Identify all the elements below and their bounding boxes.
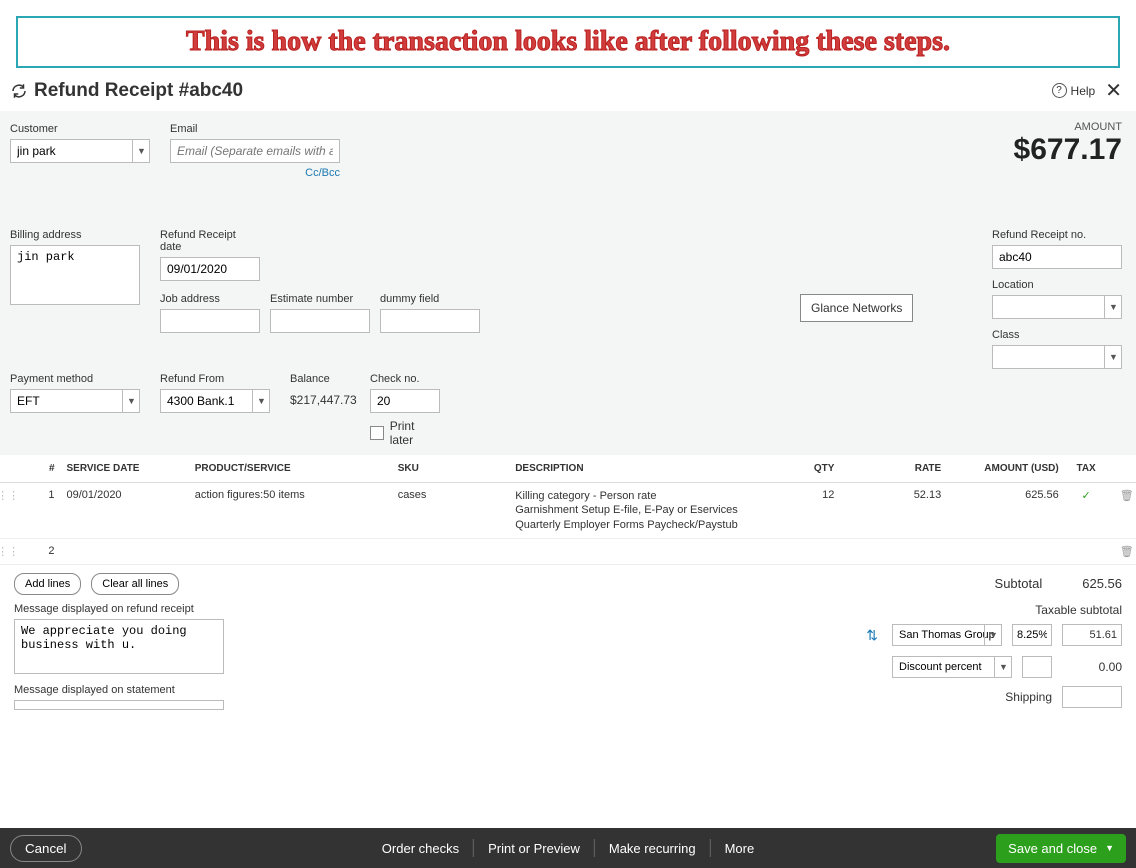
footer-bar: Cancel Order checks Print or Preview Mak… — [0, 828, 1136, 868]
col-num: # — [26, 455, 60, 483]
message-statement-label: Message displayed on statement — [14, 684, 314, 696]
message-receipt-label: Message displayed on refund receipt — [14, 603, 314, 615]
cc-bcc-link[interactable]: Cc/Bcc — [170, 167, 340, 179]
balance-label: Balance — [290, 373, 350, 385]
line-items-table: # SERVICE DATE PRODUCT/SERVICE SKU DESCR… — [0, 455, 1136, 565]
help-link[interactable]: ? Help — [1052, 83, 1096, 98]
check-no-label: Check no. — [370, 373, 440, 385]
payment-method-label: Payment method — [10, 373, 140, 385]
receipt-date-input[interactable] — [160, 257, 260, 281]
shipping-input[interactable] — [1062, 686, 1122, 708]
help-icon: ? — [1052, 83, 1067, 98]
glance-networks-badge: Glance Networks — [800, 294, 913, 322]
amount-display: AMOUNT $677.17 — [1014, 121, 1122, 167]
print-later-label: Print later — [390, 419, 440, 447]
billing-label: Billing address — [10, 229, 140, 241]
shipping-label: Shipping — [952, 690, 1052, 704]
estimate-number-label: Estimate number — [270, 293, 370, 305]
cancel-button[interactable]: Cancel — [10, 835, 82, 862]
location-select[interactable] — [992, 295, 1122, 319]
print-preview-link[interactable]: Print or Preview — [474, 841, 594, 856]
receipt-date-label: Refund Receipt date — [160, 229, 260, 253]
col-service-date: SERVICE DATE — [61, 455, 189, 483]
subtotal-label: Subtotal — [995, 576, 1043, 591]
tax-check-icon[interactable]: ✓ — [1065, 483, 1108, 539]
trash-icon[interactable]: 🗑 — [1107, 538, 1136, 564]
col-qty: QTY — [766, 455, 841, 483]
dummy-field-label: dummy field — [380, 293, 480, 305]
dummy-field-input[interactable] — [380, 309, 480, 333]
page-title: Refund Receipt #abc40 — [34, 80, 243, 102]
more-link[interactable]: More — [711, 841, 769, 856]
page-header: Refund Receipt #abc40 ? Help ✕ — [0, 78, 1136, 111]
message-statement-input[interactable] — [14, 700, 224, 710]
banner-text: This is how the transaction looks like a… — [28, 26, 1108, 58]
tax-group-select[interactable] — [892, 624, 1002, 646]
tax-percent-input[interactable] — [1012, 624, 1052, 646]
col-tax: TAX — [1065, 455, 1108, 483]
discount-amount: 0.00 — [1062, 660, 1122, 674]
refund-from-label: Refund From — [160, 373, 270, 385]
discount-value-input[interactable] — [1022, 656, 1052, 678]
print-later-checkbox[interactable] — [370, 426, 384, 440]
check-no-input[interactable] — [370, 389, 440, 413]
receipt-no-label: Refund Receipt no. — [992, 229, 1122, 241]
recurring-icon — [10, 82, 28, 100]
payment-method-select[interactable] — [10, 389, 140, 413]
customer-label: Customer — [10, 123, 150, 135]
subtotal-value: 625.56 — [1082, 576, 1122, 591]
tax-amount: 51.61 — [1062, 624, 1122, 646]
clear-lines-button[interactable]: Clear all lines — [91, 573, 179, 595]
table-row[interactable]: ⋮⋮ 2 🗑 — [0, 538, 1136, 564]
class-select[interactable] — [992, 345, 1122, 369]
drag-handle-icon[interactable]: ⋮⋮ — [0, 538, 26, 564]
job-address-input[interactable] — [160, 309, 260, 333]
add-lines-button[interactable]: Add lines — [14, 573, 81, 595]
location-label: Location — [992, 279, 1122, 291]
class-label: Class — [992, 329, 1122, 341]
col-rate: RATE — [840, 455, 947, 483]
message-receipt-input[interactable]: We appreciate you doing business with u. — [14, 619, 224, 674]
form-body: AMOUNT $677.17 Customer ▼ Email Cc/Bcc B… — [0, 111, 1136, 455]
estimate-number-input[interactable] — [270, 309, 370, 333]
receipt-no-input[interactable] — [992, 245, 1122, 269]
discount-type-select[interactable] — [892, 656, 1012, 678]
table-row[interactable]: ⋮⋮ 1 09/01/2020 action figures:50 items … — [0, 483, 1136, 539]
amount-label: AMOUNT — [1014, 121, 1122, 133]
swap-icon[interactable]: ⇅ — [862, 623, 882, 648]
email-label: Email — [170, 123, 340, 135]
instruction-banner: This is how the transaction looks like a… — [16, 16, 1120, 68]
make-recurring-link[interactable]: Make recurring — [595, 841, 710, 856]
col-description: DESCRIPTION — [509, 455, 765, 483]
job-address-label: Job address — [160, 293, 260, 305]
email-input[interactable] — [170, 139, 340, 163]
refund-from-select[interactable] — [160, 389, 270, 413]
order-checks-link[interactable]: Order checks — [368, 841, 473, 856]
col-amount: AMOUNT (USD) — [947, 455, 1065, 483]
billing-address-input[interactable]: jin park — [10, 245, 140, 305]
customer-select[interactable] — [10, 139, 150, 163]
drag-handle-icon[interactable]: ⋮⋮ — [0, 483, 26, 539]
save-and-close-button[interactable]: Save and close ▼ — [996, 834, 1126, 863]
balance-value: $217,447.73 — [290, 389, 350, 407]
amount-value: $677.17 — [1014, 133, 1122, 167]
trash-icon[interactable]: 🗑 — [1107, 483, 1136, 539]
taxable-subtotal-label: Taxable subtotal — [822, 603, 1122, 617]
close-button[interactable]: ✕ — [1101, 78, 1126, 103]
col-product: PRODUCT/SERVICE — [189, 455, 392, 483]
col-sku: SKU — [392, 455, 510, 483]
